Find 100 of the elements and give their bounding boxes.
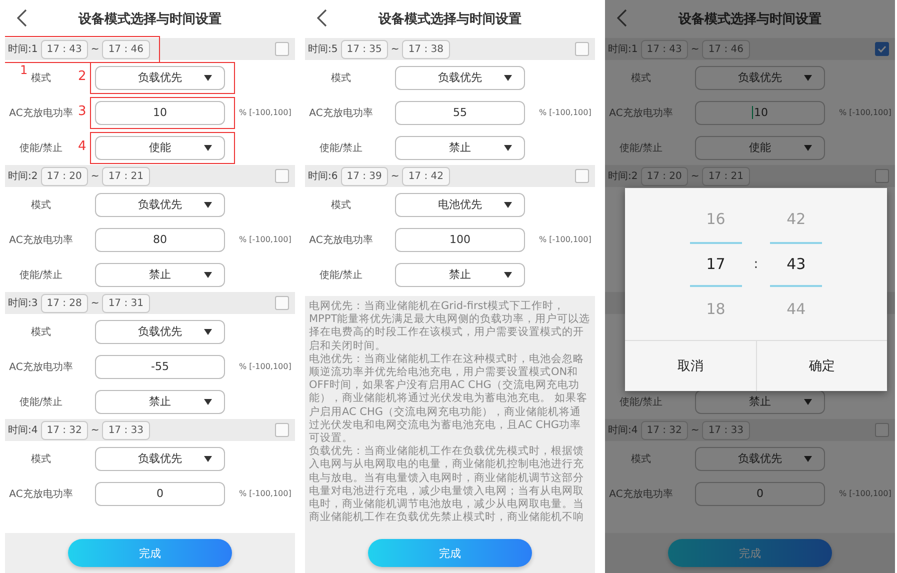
- end-time-field[interactable]: 17 : 31: [102, 294, 150, 312]
- checkbox[interactable]: [575, 42, 589, 56]
- slot-label: 时间:1: [8, 42, 38, 56]
- dropdown[interactable]: 禁止: [695, 390, 825, 414]
- field-label: AC充放电功率: [308, 234, 374, 246]
- dropdown[interactable]: 负载优先: [95, 446, 225, 470]
- input-field[interactable]: 10: [695, 100, 825, 124]
- checkbox[interactable]: [275, 423, 289, 437]
- checkbox[interactable]: [275, 169, 289, 183]
- dropdown[interactable]: 使能: [695, 136, 825, 160]
- caret-icon: [804, 144, 812, 150]
- back-icon[interactable]: [17, 9, 27, 27]
- field-label: 使能/禁止: [18, 396, 64, 408]
- caret-icon: [804, 456, 812, 462]
- dropdown[interactable]: 禁止: [395, 262, 525, 286]
- field-label: AC充放电功率: [8, 488, 74, 500]
- field-label: 模式: [630, 452, 652, 466]
- description-text: 电池优先：当商业储能机工作在这种模式时，电池会忽略顺逆流功率并优先给电池充电，用户需要设置模式ON和OFF时间，如果客户没有启用AC CHG（交流电网充电功能），商业储能机将通过光伏发电为蓄电池充电。 如果客户启用AC CHG（交流电网充电功能），商业储能机将通过光伏发电和电网交流电为蓄电池充电，且AC CHG功率可设置。: [309, 352, 588, 445]
- caret-icon: [204, 328, 212, 334]
- range-hint: % [-100,100]: [239, 108, 292, 117]
- range-hint: % [-100,100]: [539, 235, 592, 244]
- checkmark-icon: [877, 44, 887, 54]
- start-time-field[interactable]: 17 : 43: [40, 40, 88, 58]
- dropdown[interactable]: 电池优先: [395, 192, 525, 216]
- dropdown[interactable]: 负载优先: [695, 446, 825, 470]
- input-field[interactable]: 100: [395, 228, 525, 252]
- dropdown[interactable]: 负载优先: [395, 66, 525, 90]
- checkbox[interactable]: [875, 42, 889, 56]
- input-field[interactable]: 80: [95, 228, 225, 252]
- end-time-field[interactable]: 17 : 42: [402, 166, 450, 186]
- dropdown[interactable]: 负载优先: [95, 192, 225, 216]
- dropdown[interactable]: 负载优先: [95, 320, 225, 344]
- start-time-field[interactable]: 17 : 35: [340, 40, 388, 58]
- end-time-field[interactable]: 17 : 33: [102, 420, 150, 440]
- field-label: AC充放电功率: [8, 106, 74, 120]
- checkbox[interactable]: [575, 169, 589, 183]
- hour-option[interactable]: 17: [690, 242, 742, 286]
- field-label: 模式: [30, 72, 52, 84]
- caret-icon: [804, 74, 812, 80]
- range-separator: ~: [390, 170, 400, 182]
- range-separator: ~: [690, 170, 700, 182]
- back-icon[interactable]: [317, 9, 327, 27]
- input-field[interactable]: -55: [95, 354, 225, 378]
- range-separator: ~: [690, 424, 700, 436]
- slot-label: 时间:5: [308, 42, 338, 56]
- range-separator: ~: [90, 44, 100, 54]
- field-label: AC充放电功率: [8, 360, 74, 374]
- slot-label: 时间:1: [608, 42, 638, 56]
- field-label: 使能/禁止: [18, 268, 64, 282]
- caret-icon: [204, 74, 212, 80]
- start-time-field[interactable]: 17 : 39: [340, 166, 388, 186]
- field-label: 使能/禁止: [618, 142, 664, 154]
- input-field[interactable]: 0: [95, 482, 225, 506]
- field-label: 使能/禁止: [318, 268, 364, 282]
- screen-title: 设备模式选择与时间设置: [678, 11, 822, 28]
- field-label: 模式: [330, 198, 352, 212]
- field-label: AC充放电功率: [608, 488, 674, 500]
- dropdown[interactable]: 使能: [95, 136, 225, 160]
- dialog-button[interactable]: 确定: [756, 341, 887, 391]
- caret-icon: [504, 202, 512, 208]
- checkbox[interactable]: [875, 423, 889, 437]
- range-separator: ~: [690, 44, 700, 54]
- start-time-field[interactable]: 17 : 28: [40, 294, 88, 312]
- caret-icon: [504, 272, 512, 278]
- dialog-button[interactable]: 取消: [625, 341, 756, 391]
- input-field[interactable]: 0: [695, 482, 825, 506]
- input-field[interactable]: 10: [95, 100, 225, 124]
- end-time-field[interactable]: 17 : 21: [102, 166, 150, 186]
- range-hint: % [-100,100]: [239, 489, 292, 498]
- time-separator: :: [754, 256, 758, 272]
- field-label: 模式: [330, 72, 352, 84]
- input-field[interactable]: 55: [395, 100, 525, 124]
- caret-icon: [204, 456, 212, 462]
- start-time-field[interactable]: 17 : 20: [40, 166, 88, 186]
- caret-icon: [204, 202, 212, 208]
- end-time-field[interactable]: 17 : 38: [402, 40, 450, 58]
- screen-title: 设备模式选择与时间设置: [378, 11, 522, 28]
- checkbox[interactable]: [275, 296, 289, 310]
- range-hint: % [-100,100]: [239, 362, 292, 371]
- start-time-field[interactable]: 17 : 32: [40, 420, 88, 440]
- caret-icon: [504, 74, 512, 80]
- dropdown[interactable]: 禁止: [95, 262, 225, 286]
- description-text: 电网优先：当商业储能机在Grid-first模式下工作时，MPPT能量将优先满足最大电网侧的负载功率，用户可以选择在电费高的时段工作在该模式，用户需要设置模式的开启和关闭时间。: [309, 300, 591, 353]
- caret-icon: [204, 272, 212, 278]
- dropdown[interactable]: 禁止: [95, 390, 225, 414]
- checkbox[interactable]: [275, 42, 289, 56]
- field-label: 模式: [30, 452, 52, 466]
- dropdown[interactable]: 禁止: [395, 136, 525, 160]
- field-label: 模式: [30, 198, 52, 212]
- back-icon[interactable]: [617, 9, 627, 27]
- field-label: 使能/禁止: [18, 142, 64, 154]
- minute-option[interactable]: 43: [770, 242, 822, 286]
- slot-label: 时间:4: [608, 424, 638, 437]
- end-time-field[interactable]: 17 : 46: [102, 40, 150, 58]
- dropdown[interactable]: 负载优先: [95, 66, 225, 90]
- range-hint: % [-100,100]: [839, 108, 892, 117]
- dropdown[interactable]: 负载优先: [695, 66, 825, 90]
- range-separator: ~: [90, 298, 100, 308]
- field-label: 使能/禁止: [618, 396, 664, 408]
- checkbox[interactable]: [875, 169, 889, 183]
